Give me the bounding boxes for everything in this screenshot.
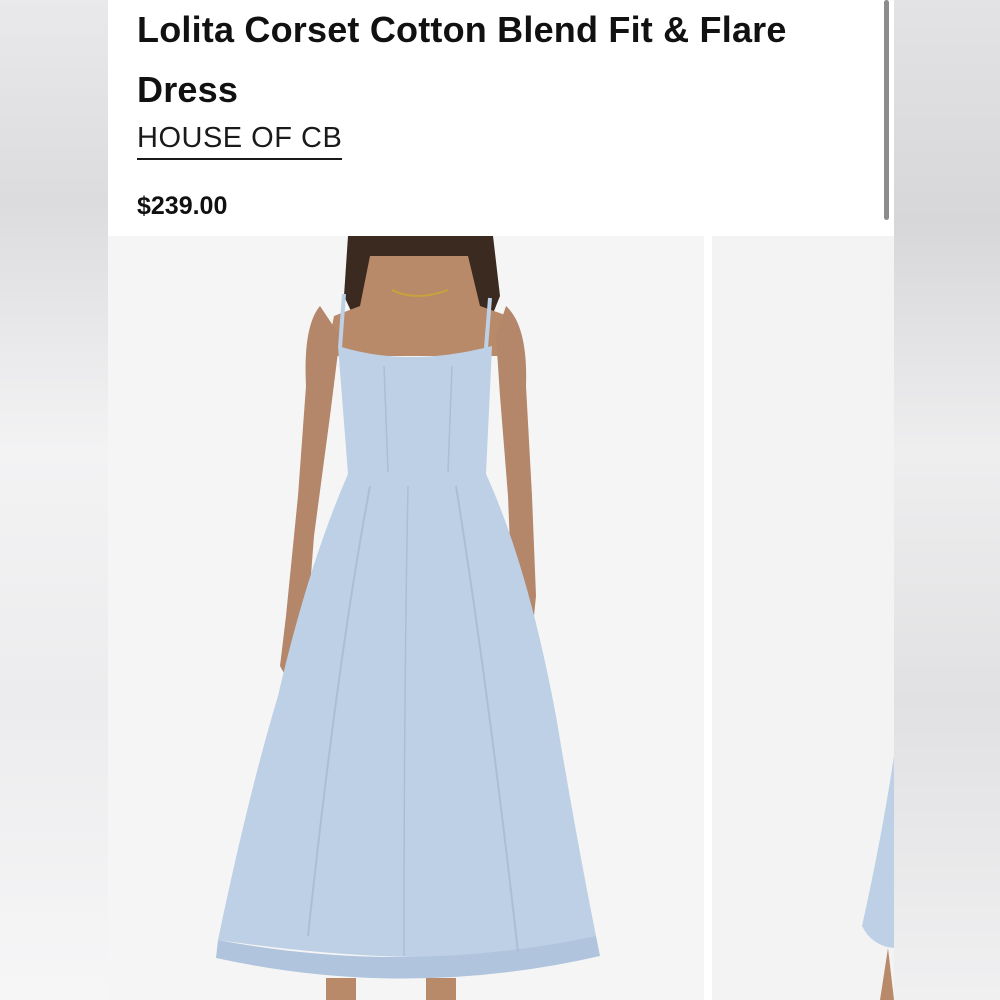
- blurred-backdrop-left: [0, 0, 108, 1000]
- product-header: Lolita Corset Cotton Blend Fit & Flare D…: [108, 0, 894, 236]
- scrollbar[interactable]: [884, 0, 889, 220]
- image-gallery[interactable]: [108, 236, 894, 1000]
- gallery-image-main[interactable]: [108, 236, 704, 1000]
- gallery-image-next[interactable]: [712, 236, 894, 1000]
- dress-photo: [108, 236, 704, 1000]
- product-price: $239.00: [137, 192, 228, 220]
- product-title: Lolita Corset Cotton Blend Fit & Flare D…: [137, 9, 787, 110]
- brand-link[interactable]: HOUSE OF CB: [137, 118, 343, 160]
- dress-photo-partial: [712, 236, 894, 1000]
- blurred-backdrop-right: [894, 0, 1000, 1000]
- product-card: Lolita Corset Cotton Blend Fit & Flare D…: [108, 0, 894, 1000]
